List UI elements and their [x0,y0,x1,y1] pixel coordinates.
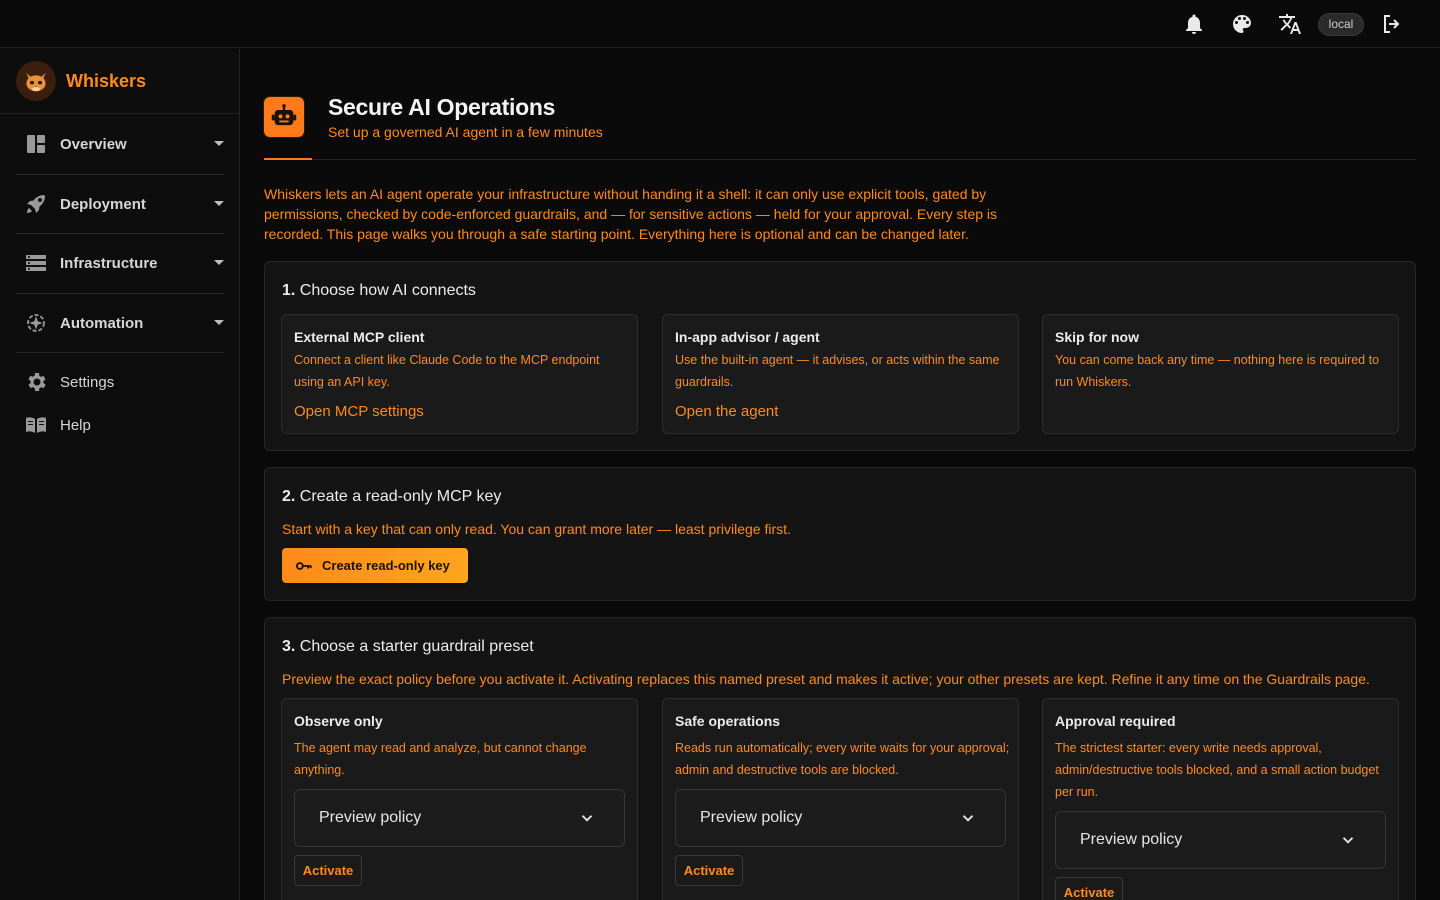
sidebar-item-help[interactable]: Help [16,405,224,445]
preset-title: Observe only [294,713,383,729]
divider [0,113,239,114]
sidebar-item-label: Settings [60,373,115,391]
automation-icon [24,311,48,335]
preview-label: Preview policy [700,809,803,826]
step-1-card: 1. Choose how AI connects External MCP c… [264,261,1416,451]
option-in-app-agent: In-app advisor / agent Use the built-in … [662,314,1019,434]
chevron-down-icon [578,809,596,827]
book-icon [24,413,48,437]
preview-label: Preview policy [319,809,422,826]
option-title: Skip for now [1055,329,1139,345]
sidebar-item-label: Automation [60,314,144,332]
caret-down-icon [214,260,224,265]
logout-icon[interactable] [1380,12,1404,36]
preset-desc: The strictest starter: every write needs… [1055,741,1379,799]
sidebar-item-settings[interactable]: Settings [16,362,224,402]
sidebar-item-deployment[interactable]: Deployment [16,184,224,224]
option-skip: Skip for now You can come back any time … [1042,314,1399,434]
preset-approval-required: Approval required The strictest starter:… [1042,698,1399,900]
activate-button[interactable]: Activate [675,855,743,886]
option-desc: You can come back any time — nothing her… [1055,353,1380,389]
step-1-title: 1. Choose how AI connects [282,282,476,299]
sidebar-item-automation[interactable]: Automation [16,303,224,343]
bell-icon[interactable] [1182,12,1206,36]
option-desc: Connect a client like Claude Code to the… [294,353,600,389]
caret-down-icon [214,320,224,325]
preset-title: Safe operations [675,713,781,729]
step-2-title: 2. Create a read-only MCP key [282,488,502,505]
preview-policy-accordion[interactable]: Preview policy [1055,811,1386,869]
brand[interactable]: Whiskers [16,61,146,101]
option-title: External MCP client [294,329,425,345]
main-content: Secure AI Operations Set up a governed A… [240,49,1440,900]
palette-icon[interactable] [1230,12,1254,36]
option-desc: Use the built-in agent — it advises, or … [675,353,1000,389]
header-accent-bar [264,158,312,160]
sidebar-item-infrastructure[interactable]: Infrastructure [16,243,224,283]
create-read-only-key-button[interactable]: Create read-only key [282,548,468,583]
chevron-down-icon [1339,831,1357,849]
caret-down-icon [214,201,224,206]
cat-logo-icon [16,61,56,101]
option-external-mcp: External MCP client Connect a client lik… [281,314,638,434]
intro-text: Whiskers lets an AI agent operate your i… [264,186,998,242]
key-icon [294,556,314,576]
preset-desc: Reads run automatically; every write wai… [675,741,1010,777]
option-title: In-app advisor / agent [675,329,820,345]
preset-desc: The agent may read and analyze, but cann… [294,741,587,777]
page-title: Secure AI Operations [328,94,556,120]
sidebar-item-overview[interactable]: Overview [16,124,224,164]
divider [264,159,1416,160]
robot-icon [264,97,304,137]
chevron-down-icon [959,809,977,827]
divider [16,233,224,234]
step-3-title: 3. Choose a starter guardrail preset [282,638,534,655]
translate-icon[interactable] [1278,12,1302,36]
top-bar: local [0,0,1440,48]
sidebar: Whiskers Overview Deployment Infrastruct… [0,49,240,900]
preview-label: Preview policy [1080,831,1183,848]
divider [16,293,224,294]
environment-badge[interactable]: local [1318,13,1364,36]
page-subtitle: Set up a governed AI agent in a few minu… [328,124,603,140]
preview-policy-accordion[interactable]: Preview policy [294,789,625,847]
preset-observe-only: Observe only The agent may read and anal… [281,698,638,900]
step-2-desc: Start with a key that can only read. You… [282,521,791,537]
divider [16,352,224,353]
sidebar-item-label: Help [60,416,91,434]
preview-policy-accordion[interactable]: Preview policy [675,789,1006,847]
server-list-icon [24,251,48,275]
sidebar-item-label: Infrastructure [60,254,158,272]
sidebar-item-label: Overview [60,135,127,153]
gear-icon [24,370,48,394]
activate-button[interactable]: Activate [1055,877,1123,900]
divider [16,174,224,175]
step-2-card: 2. Create a read-only MCP key Start with… [264,467,1416,601]
dashboard-icon [24,132,48,156]
rocket-icon [24,192,48,216]
open-mcp-settings-link[interactable]: Open MCP settings [294,403,424,420]
open-agent-link[interactable]: Open the agent [675,403,778,420]
button-label: Create read-only key [322,558,450,573]
preset-safe-operations: Safe operations Reads run automatically;… [662,698,1019,900]
sidebar-item-label: Deployment [60,195,146,213]
brand-name: Whiskers [66,70,147,91]
step-3-desc: Preview the exact policy before you acti… [282,671,1370,687]
step-3-card: 3. Choose a starter guardrail preset Pre… [264,617,1416,900]
preset-title: Approval required [1055,713,1176,729]
caret-down-icon [214,141,224,146]
activate-button[interactable]: Activate [294,855,362,886]
